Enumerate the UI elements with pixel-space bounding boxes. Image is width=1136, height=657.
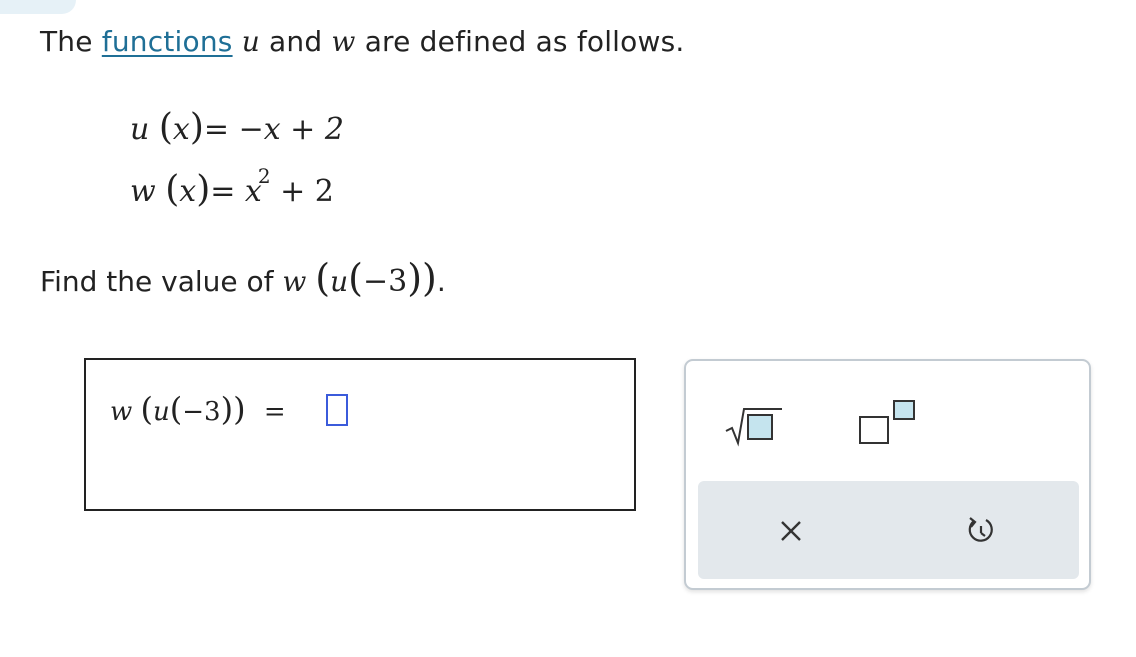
answer-equals: =: [263, 397, 286, 427]
sqrt-button[interactable]: [724, 403, 784, 447]
intro-text-after: are defined as follows.: [364, 25, 685, 58]
equation-u: u (x)= −x + 2: [130, 107, 344, 148]
w-rhs-exponent: 2: [257, 164, 271, 188]
u-name: u: [130, 112, 150, 147]
problem-intro: The functions u and w are defined as fol…: [40, 22, 684, 62]
w-arg: x: [179, 174, 197, 209]
sqrt-template-icon: [725, 408, 782, 447]
answer-box[interactable]: w (u(−3)) =: [84, 358, 636, 511]
exponent-button[interactable]: [856, 397, 922, 447]
answer-inner-fn: u: [153, 397, 170, 427]
prompt-outer-fn: w: [282, 265, 307, 298]
var-u: u: [241, 25, 260, 58]
answer-outer-fn: w: [110, 397, 133, 427]
math-keypad: [684, 359, 1091, 590]
intro-text-before: The: [40, 25, 93, 58]
question-prompt: Find the value of w (u(−3)).: [40, 256, 446, 300]
prompt-period: .: [436, 265, 446, 298]
action-bar: [698, 481, 1079, 579]
prompt-text: Find the value of: [40, 265, 274, 298]
undo-button[interactable]: [956, 509, 1006, 553]
answer-input[interactable]: [326, 394, 348, 426]
prompt-arg: −3: [362, 264, 408, 299]
functions-link[interactable]: functions: [102, 25, 233, 58]
w-name: w: [130, 174, 156, 209]
u-arg: x: [172, 112, 190, 147]
w-rhs-tail: + 2: [270, 174, 334, 209]
undo-icon: [968, 517, 993, 542]
intro-and: and: [269, 25, 323, 58]
equation-w: w (x)= x2 + 2: [130, 164, 334, 210]
var-w: w: [331, 25, 356, 58]
exponent-template-icon: [859, 400, 915, 444]
answer-expression: w (u(−3)) =: [110, 390, 286, 428]
answer-arg: −3: [182, 397, 221, 427]
prompt-inner-fn: u: [330, 265, 349, 298]
u-rhs: = −x + 2: [203, 112, 344, 147]
close-icon: [781, 521, 801, 541]
corner-tab: [0, 0, 76, 14]
w-rhs-base: = x: [210, 174, 262, 209]
clear-button[interactable]: [766, 509, 816, 553]
